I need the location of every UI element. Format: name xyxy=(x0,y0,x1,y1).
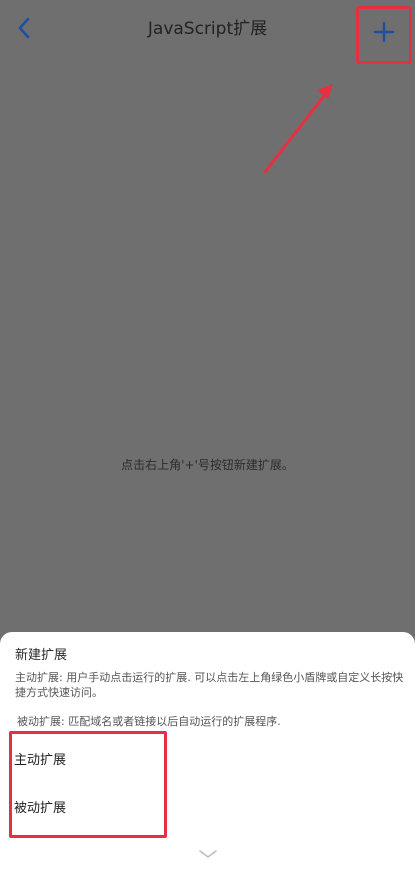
page-title: JavaScript扩展 xyxy=(147,19,268,39)
option-active-extension[interactable]: 主动扩展 xyxy=(0,741,415,781)
passive-extension-description: 被动扩展: 匹配域名或者链接以后自动运行的扩展程序. xyxy=(17,715,281,728)
new-extension-sheet: 新建扩展 主动扩展: 用户手动点击运行的扩展. 可以点击左上角绿色小盾牌或自定义… xyxy=(0,632,415,873)
add-extension-button[interactable] xyxy=(362,10,406,54)
collapse-sheet-button[interactable] xyxy=(192,844,224,864)
option-passive-extension[interactable]: 被动扩展 xyxy=(0,789,415,829)
chevron-left-icon xyxy=(18,17,30,39)
active-extension-description: 主动扩展: 用户手动点击运行的扩展. 可以点击左上角绿色小盾牌或自定义长按快捷方… xyxy=(15,671,404,699)
plus-icon xyxy=(373,21,395,43)
chevron-down-icon xyxy=(199,850,217,858)
empty-state-hint: 点击右上角'+'号按钮新建扩展。 xyxy=(121,458,294,472)
back-button[interactable] xyxy=(6,10,42,46)
top-bar: JavaScript扩展 xyxy=(0,0,415,54)
sheet-title: 新建扩展 xyxy=(15,648,68,663)
